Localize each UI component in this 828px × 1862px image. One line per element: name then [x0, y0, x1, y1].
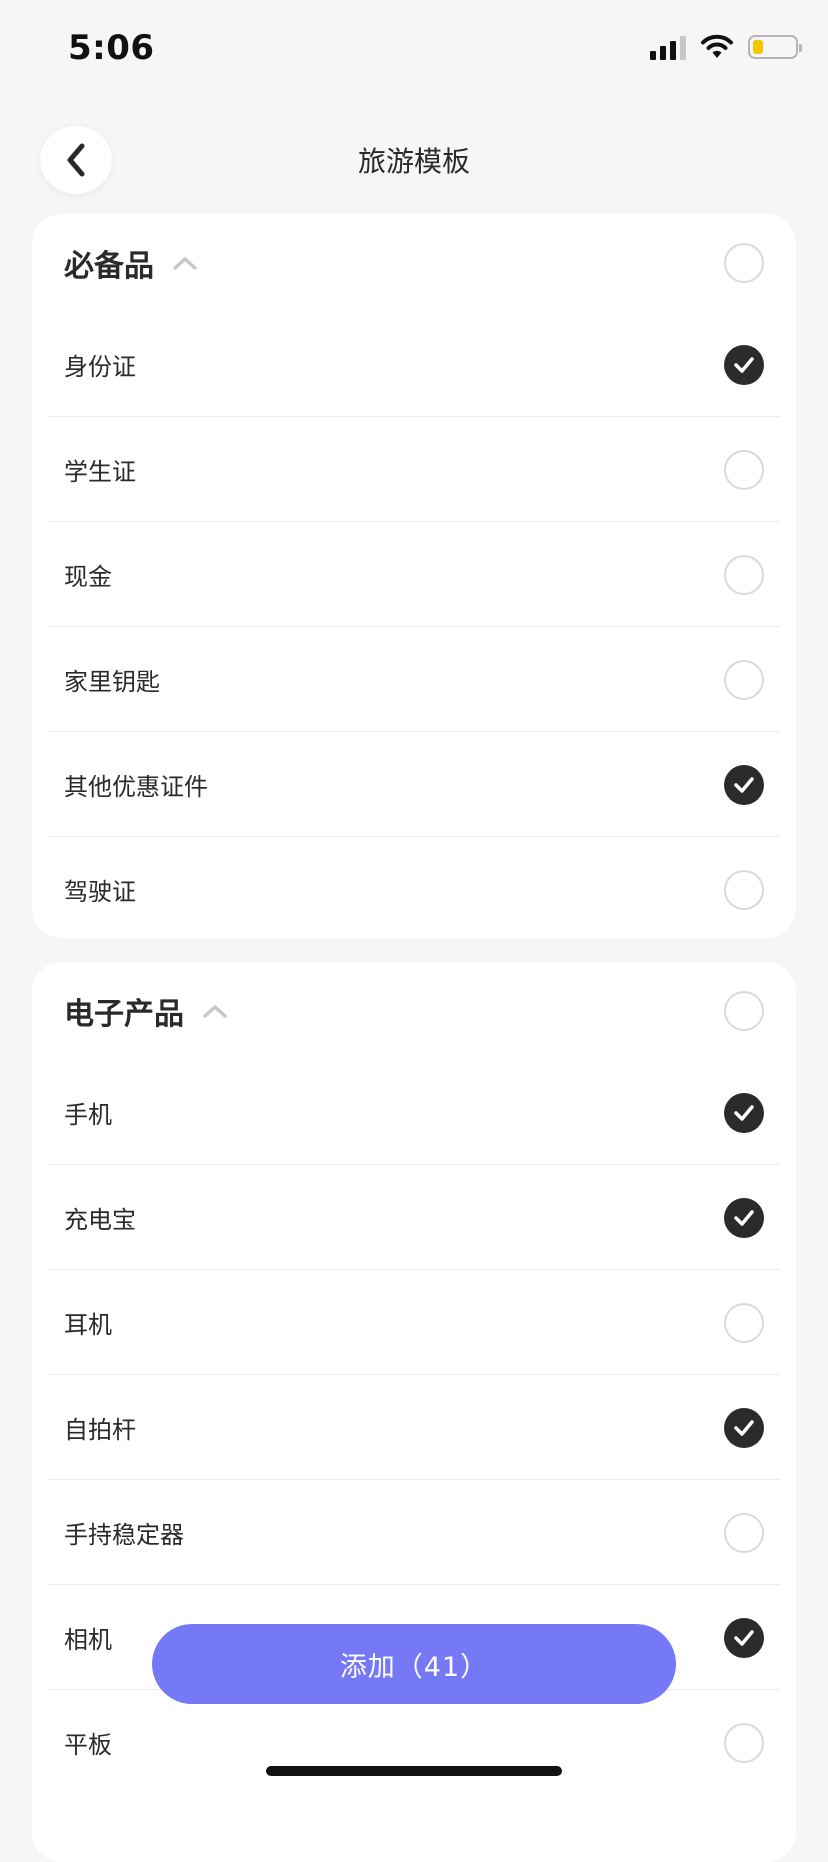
checked-checkbox[interactable] — [724, 1197, 764, 1238]
status-time: 5:06 — [68, 28, 155, 68]
checked-checkbox[interactable] — [724, 1092, 764, 1133]
unchecked-checkbox[interactable] — [724, 869, 764, 910]
section-title: 必备品 — [64, 249, 154, 284]
checkmark-icon — [734, 356, 754, 373]
unchecked-checkbox[interactable] — [724, 1722, 764, 1763]
checked-checkbox[interactable] — [724, 1617, 764, 1658]
section-title: 电子产品 — [64, 997, 184, 1032]
section-header[interactable]: 电子产品 — [32, 962, 796, 1060]
list-item[interactable]: 充电宝 — [32, 1165, 796, 1270]
checkmark-icon — [734, 776, 754, 793]
item-label: 耳机 — [64, 1311, 112, 1339]
item-label: 平板 — [64, 1731, 112, 1759]
unchecked-checkbox[interactable] — [724, 1302, 764, 1343]
status-bar: 5:06 — [0, 0, 828, 100]
select-all-checkbox[interactable] — [724, 991, 764, 1031]
battery-level — [753, 40, 763, 54]
checked-checkbox[interactable] — [724, 764, 764, 805]
chevron-up-icon[interactable] — [170, 253, 200, 273]
item-label: 身份证 — [64, 353, 136, 381]
list-item[interactable]: 平板 — [32, 1690, 796, 1795]
nav-header: 旅游模板 — [0, 110, 828, 210]
home-indicator — [266, 1766, 562, 1776]
add-button[interactable]: 添加（41） — [152, 1624, 676, 1704]
list-item[interactable]: 现金 — [32, 522, 796, 627]
page-title: 旅游模板 — [357, 145, 470, 178]
select-all-checkbox[interactable] — [724, 243, 764, 283]
item-label: 手机 — [64, 1101, 112, 1129]
checked-checkbox[interactable] — [724, 1407, 764, 1448]
item-label: 充电宝 — [64, 1206, 136, 1234]
unchecked-checkbox[interactable] — [724, 659, 764, 700]
status-icons — [650, 34, 802, 60]
list-item[interactable]: 耳机 — [32, 1270, 796, 1375]
section-header[interactable]: 必备品 — [32, 214, 796, 312]
list-item[interactable]: 身份证 — [32, 312, 796, 417]
checkmark-icon — [734, 1419, 754, 1436]
list-item[interactable]: 家里钥匙 — [32, 627, 796, 732]
item-label: 手持稳定器 — [64, 1521, 184, 1549]
list-item[interactable]: 驾驶证 — [32, 837, 796, 942]
item-label: 家里钥匙 — [64, 668, 160, 696]
item-label: 自拍杆 — [64, 1416, 136, 1444]
item-label: 现金 — [64, 563, 112, 591]
checkmark-icon — [734, 1629, 754, 1646]
item-label: 驾驶证 — [64, 878, 136, 906]
checkmark-icon — [734, 1209, 754, 1226]
chevron-up-icon[interactable] — [200, 1001, 230, 1021]
cellular-signal-icon — [650, 34, 686, 60]
item-label: 相机 — [64, 1626, 112, 1654]
item-label: 学生证 — [64, 458, 136, 486]
list-item[interactable]: 手持稳定器 — [32, 1480, 796, 1585]
list-item[interactable]: 手机 — [32, 1060, 796, 1165]
unchecked-checkbox[interactable] — [724, 449, 764, 490]
list-item[interactable]: 其他优惠证件 — [32, 732, 796, 837]
section-card-electronics: 电子产品 手机充电宝耳机自拍杆手持稳定器相机平板 — [32, 962, 796, 1862]
section-card-essentials: 必备品 身份证学生证现金家里钥匙其他优惠证件 驾驶证 — [32, 214, 796, 938]
unchecked-checkbox[interactable] — [724, 554, 764, 595]
list-item[interactable]: 学生证 — [32, 417, 796, 522]
wifi-icon — [701, 34, 733, 58]
checkmark-icon — [734, 1104, 754, 1121]
checked-checkbox[interactable] — [724, 344, 764, 385]
battery-icon — [748, 35, 802, 59]
item-label: 其他优惠证件 — [64, 773, 208, 801]
list-item[interactable]: 自拍杆 — [32, 1375, 796, 1480]
unchecked-checkbox[interactable] — [724, 1512, 764, 1553]
